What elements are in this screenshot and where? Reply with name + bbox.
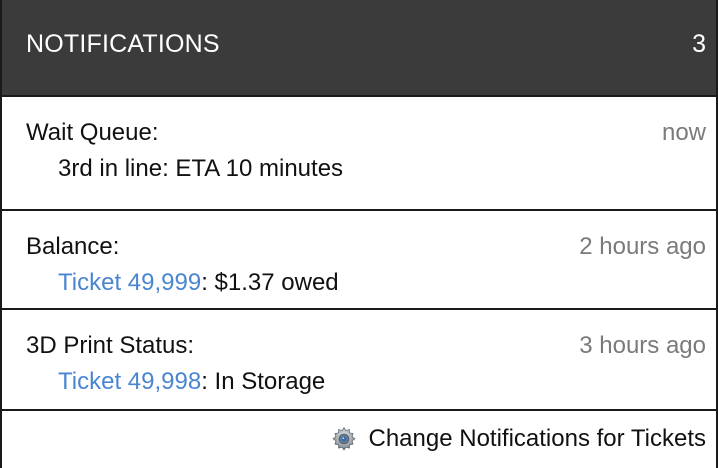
change-notifications-label: Change Notifications for Tickets — [368, 425, 707, 452]
notification-item-wait-queue[interactable]: Wait Queue: now 3rd in line: ETA 10 minu… — [2, 97, 716, 211]
notification-label: 3D Print Status: — [26, 332, 195, 359]
change-notifications-button[interactable]: Change Notifications for Tickets — [331, 425, 707, 453]
header-title: NOTIFICATIONS — [26, 30, 220, 58]
notifications-panel: NOTIFICATIONS 3 Wait Queue: now 3rd in l… — [0, 0, 718, 468]
notification-label: Balance: — [26, 233, 120, 260]
notifications-footer: Change Notifications for Tickets — [2, 411, 716, 468]
notification-detail: Ticket 49,999: $1.37 owed — [58, 269, 339, 297]
notification-detail-text: : $1.37 owed — [201, 269, 339, 296]
notification-timestamp: 2 hours ago — [579, 233, 706, 260]
notification-timestamp: now — [661, 119, 706, 146]
notifications-header: NOTIFICATIONS 3 — [2, 0, 716, 97]
ticket-link[interactable]: Ticket 49,998 — [58, 368, 201, 395]
notification-item-balance[interactable]: Balance: 2 hours ago Ticket 49,999: $1.3… — [2, 211, 716, 310]
gear-icon — [331, 426, 356, 451]
notification-label: Wait Queue: — [26, 119, 159, 146]
notification-detail: 3rd in line: ETA 10 minutes — [58, 155, 344, 182]
notification-count-badge: 3 — [692, 30, 706, 58]
notification-item-print-status[interactable]: 3D Print Status: 3 hours ago Ticket 49,9… — [2, 310, 716, 411]
notification-timestamp: 3 hours ago — [579, 332, 706, 359]
notification-detail: Ticket 49,998: In Storage — [58, 368, 325, 396]
ticket-link[interactable]: Ticket 49,999 — [58, 269, 201, 296]
notification-detail-text: : In Storage — [201, 368, 326, 395]
